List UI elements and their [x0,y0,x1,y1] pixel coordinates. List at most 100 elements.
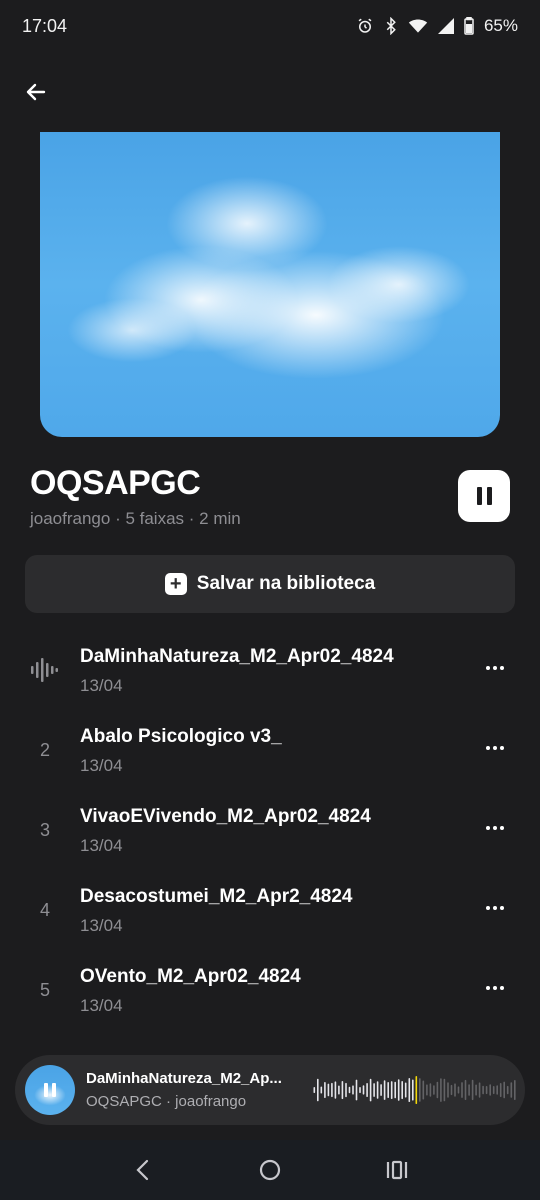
waveform-bar [341,1081,344,1100]
waveform-bar [485,1086,488,1095]
waveform-bar [390,1081,393,1099]
waveform-bar [369,1078,372,1102]
track-date: 13/04 [80,996,123,1015]
plus-icon: + [164,573,187,595]
pause-button[interactable] [458,470,510,522]
waveform-bar [457,1086,460,1094]
waveform-bar [376,1081,379,1099]
waveform-bar [496,1085,498,1095]
signal-icon [437,18,454,34]
waveform-bar [443,1078,446,1102]
track-list: DaMinhaNatureza_M2_Apr02_4824 13/04 2 Ab… [0,630,540,1030]
waveform-bar [514,1080,516,1100]
home-circle-icon [259,1159,281,1181]
track-number: 4 [39,900,50,920]
save-to-library-label: Salvar na biblioteca [196,573,376,594]
track-row[interactable]: 4 Desacostumei_M2_Apr2_4824 13/04 [0,870,540,950]
track-row[interactable]: 5 OVento_M2_Apr02_4824 13/04 [0,950,540,1030]
mini-player-pause-button[interactable] [25,1065,75,1115]
mini-player-title: DaMinhaNatureza_M2_Ap... [86,1070,282,1087]
waveform-bar [454,1083,456,1097]
playlist-cover-image [40,132,500,437]
waveform-bar [503,1081,505,1099]
waveform-bar [359,1087,361,1094]
waveform-bar [334,1081,337,1099]
waveform-bar [499,1083,502,1097]
waveform-bar [426,1084,428,1096]
waveform-bar [433,1085,435,1095]
track-date: 13/04 [80,676,123,695]
system-nav-bar [0,1140,540,1200]
waveform-bar [450,1084,453,1096]
waveform-bar [436,1081,439,1099]
waveform-bar [510,1082,513,1098]
more-options-button[interactable] [480,896,510,920]
track-number: 3 [39,820,50,840]
pause-icon [44,1083,48,1097]
nav-home-button[interactable] [250,1150,290,1190]
waveform-bar [492,1086,495,1095]
waveform-bar [394,1081,396,1099]
waveform-bar [373,1083,375,1097]
waveform-bar [447,1082,449,1098]
waveform-bar [338,1085,340,1095]
arrow-left-icon [26,83,46,101]
recents-icon [386,1160,407,1180]
waveform-bar [366,1083,368,1097]
waveform-bar [383,1080,386,1100]
nav-back-button[interactable] [123,1150,163,1190]
waveform-bar [419,1078,421,1102]
more-options-button[interactable] [480,736,510,760]
waveform-bar [429,1083,432,1097]
waveform-bar [468,1084,470,1096]
track-date: 13/04 [80,756,123,775]
waveform-bar [408,1078,411,1102]
waveform-bar [422,1080,425,1100]
track-row[interactable]: 3 VivaoEVivendo_M2_Apr02_4824 13/04 [0,790,540,870]
nav-recents-button[interactable] [377,1150,417,1190]
track-row[interactable]: DaMinhaNatureza_M2_Apr02_4824 13/04 [0,630,540,710]
waveform-bar [506,1085,509,1095]
waveform-bar [461,1082,463,1098]
waveform-bar [348,1086,351,1094]
back-button[interactable] [16,72,56,112]
waveform-bar [331,1082,333,1098]
waveform-bar [489,1084,491,1096]
waveform-bar [475,1084,477,1096]
track-title: Abalo Psicologico v3_ [80,726,282,747]
track-number: 2 [39,740,50,760]
mini-player[interactable]: DaMinhaNatureza_M2_Ap... OQSAPGC · joaof… [15,1055,525,1125]
alarm-icon [358,18,372,33]
waveform-bar [401,1081,403,1100]
waveform-bar [478,1082,481,1098]
track-date: 13/04 [80,916,123,935]
track-title: DaMinhaNatureza_M2_Apr02_4824 [80,646,394,667]
waveform-bar [380,1084,382,1096]
waveform-bar [464,1079,467,1100]
more-options-button[interactable] [480,816,510,840]
status-icons: 65% [356,16,518,36]
track-row[interactable]: 2 Abalo Psicologico v3_ 13/04 [0,710,540,790]
waveform-bar [362,1085,365,1095]
track-number: 5 [39,980,50,1000]
track-title: Desacostumei_M2_Apr2_4824 [80,886,353,907]
pause-icon [476,487,482,505]
now-playing-waveform-icon [31,658,58,682]
wifi-icon [408,19,428,33]
more-options-button[interactable] [480,976,510,1000]
save-to-library-button[interactable]: + Salvar na biblioteca [25,555,515,613]
waveform-bar [345,1082,347,1098]
more-options-button[interactable] [480,656,510,680]
playlist-meta: joaofrango · 5 faixas · 2 min [30,509,241,528]
mini-player-waveform-scrubber[interactable] [313,1075,517,1105]
waveform-bar [482,1085,484,1095]
waveform-bar [320,1086,323,1094]
waveform-bar [317,1078,319,1102]
track-title: VivaoEVivendo_M2_Apr02_4824 [80,806,371,827]
status-time: 17:04 [22,15,68,36]
waveform-bar [412,1079,414,1101]
waveform-bar [324,1082,326,1098]
bluetooth-icon [386,17,396,35]
chevron-left-icon [136,1159,149,1181]
waveform-bar [387,1082,389,1098]
